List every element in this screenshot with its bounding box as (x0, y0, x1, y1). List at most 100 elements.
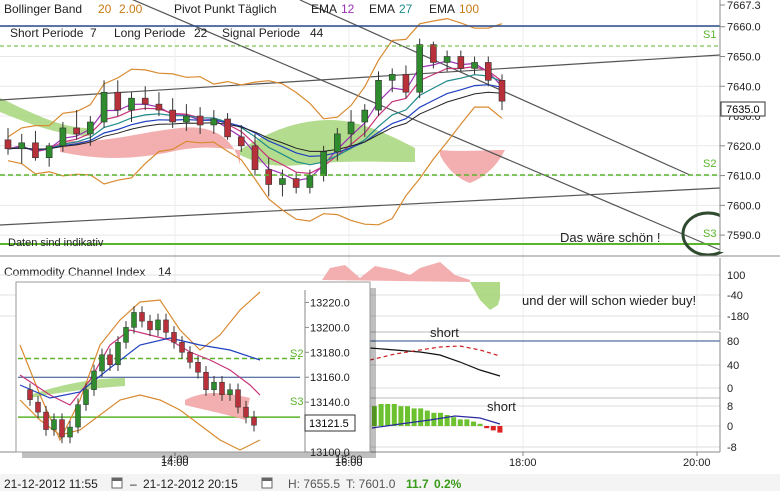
inset-candle-body (43, 411, 49, 430)
candle-body (183, 115, 190, 123)
short-periode-label[interactable]: Short Periode (10, 26, 84, 40)
macd-bar (391, 404, 397, 426)
inset-candle-body (35, 401, 41, 413)
candle-body (128, 97, 135, 111)
ema2-label[interactable]: EMA (369, 2, 395, 16)
ema2-value: 27 (399, 2, 413, 16)
lower-panels: 80400 short 80-8 short (369, 325, 739, 454)
candle-body (169, 109, 176, 123)
candle-body (114, 91, 122, 111)
calendar-icon-start[interactable] (111, 477, 123, 489)
candle-body (279, 178, 286, 185)
inset-candle-body (131, 312, 137, 328)
oscillator-panel: 80 40 0 (369, 336, 739, 395)
inset-candle-body (27, 389, 33, 400)
price-tick-label: 7600.0 (727, 200, 761, 212)
macd-bar (418, 408, 424, 426)
chart-window: S1 S2 S3 Bollinger Band 20 2.00 Pivot Punk… (0, 0, 780, 491)
bollinger-label[interactable]: Bollinger Band (4, 2, 82, 16)
bollinger-deviation: 2.00 (119, 2, 143, 16)
inset-tick-label: 13220.0 (310, 297, 350, 309)
inset-candle-body (203, 371, 209, 390)
inset-candle-body (227, 389, 233, 395)
inset-chart: 14:00 16:00 13220.013200.013180.013160.01… (15, 281, 376, 466)
candle-body (498, 80, 506, 102)
pivot-label-s3: S3 (703, 228, 716, 240)
price-tick-label: 7620.0 (727, 141, 761, 153)
macd-tick-label: 8 (727, 401, 733, 413)
annotation-wish: Das wäre schön ! (560, 230, 660, 245)
inset-candle-body (219, 381, 225, 395)
inset-candle-body (107, 354, 113, 366)
macd-bar (451, 417, 457, 426)
price-tick-label: 7590.0 (727, 230, 761, 242)
ema1-label[interactable]: EMA (311, 2, 337, 16)
candle-body (388, 74, 396, 81)
candle-body (334, 133, 341, 153)
candle-body (59, 127, 67, 147)
range-dash: – (130, 477, 137, 491)
disclaimer-text: Daten sind indikativ (8, 237, 104, 249)
candle-body (484, 62, 492, 81)
macd-bar (490, 426, 496, 431)
candle-body (73, 127, 80, 135)
macd-tick-label: 0 (727, 421, 733, 433)
annotation-short-1: short (430, 325, 459, 340)
inset-tick-label: 13200.0 (310, 322, 350, 334)
inset-time-label: 14:00 (161, 454, 189, 466)
signal-periode-value: 44 (310, 26, 324, 40)
macd-bar (457, 419, 463, 426)
candle-body (155, 103, 163, 111)
range-start[interactable]: 21-12-2012 11:55 (4, 477, 98, 491)
inset-candle-body (171, 332, 177, 343)
inset-candle-body (195, 362, 201, 373)
signal-periode-label[interactable]: Signal Periode (222, 26, 300, 40)
pivot-label[interactable]: Pivot Punkt Täglich (174, 2, 277, 16)
long-periode-value: 22 (194, 26, 208, 40)
cci-positive-area (322, 262, 470, 282)
ema3-label[interactable]: EMA (429, 2, 455, 16)
cci-tick-label: -180 (727, 311, 749, 323)
cci-period: 14 (158, 265, 172, 279)
inset-candle-body (83, 389, 89, 405)
inset-candle-body (91, 370, 97, 390)
price-axis[interactable]: 7667.37660.07650.07640.07630.07620.07610… (719, 0, 780, 252)
inset-candle-body (243, 406, 249, 418)
candle-body (45, 145, 53, 159)
day-high: H: 7655.5 (288, 477, 340, 491)
calendar-icon-header (112, 478, 122, 481)
calendar-icon-end[interactable] (261, 477, 273, 489)
candle-body (320, 151, 327, 176)
inset-candle-body (67, 426, 73, 438)
calendar-icon-header (262, 478, 272, 481)
current-price: 7635.0 (726, 104, 760, 116)
candle-body (196, 115, 204, 126)
candle-body (100, 91, 108, 123)
candle-body (471, 62, 478, 69)
ema3-value: 100 (459, 2, 479, 16)
long-periode-label[interactable]: Long Periode (114, 26, 186, 40)
macd-bar (378, 404, 384, 426)
macd-histogram-panel: 8 0 -8 (370, 401, 737, 454)
day-change: 11.7 (406, 477, 429, 491)
macd-bar (464, 419, 470, 426)
inset-s2-label: S2 (290, 348, 303, 360)
candle-body (237, 136, 245, 147)
short-periode-value: 7 (90, 26, 97, 40)
cci-title[interactable]: Commodity Channel Index (4, 265, 145, 279)
pivot-label-s1: S1 (703, 29, 716, 41)
price-tick-label: 7650.0 (727, 52, 761, 64)
osc-signal-line (369, 345, 501, 361)
osc-main-line (369, 347, 501, 377)
candle-body (210, 118, 218, 126)
annotation-short-2: short (487, 399, 516, 414)
candle-body (292, 178, 300, 188)
range-end[interactable]: 21-12-2012 20:15 (143, 477, 238, 491)
macd-bar (477, 423, 483, 426)
inset-candle-body (251, 416, 257, 426)
price-tick-label: 7610.0 (727, 171, 761, 183)
candle-body (375, 80, 382, 111)
candle-body (18, 142, 26, 150)
bollinger-period: 20 (98, 2, 112, 16)
inset-candle-body (211, 381, 217, 390)
